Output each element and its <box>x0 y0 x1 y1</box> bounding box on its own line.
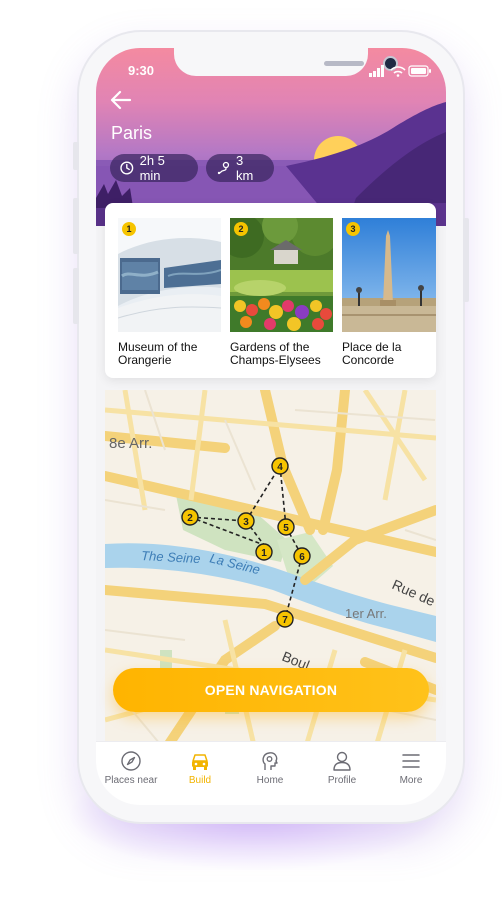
svg-text:1: 1 <box>261 548 267 559</box>
place-card[interactable]: 1 Museum of the Orangerie <box>118 218 221 367</box>
page-title: Paris <box>111 123 153 143</box>
tab-more[interactable]: More <box>380 750 442 786</box>
location-head-icon <box>262 752 278 770</box>
tab-places-near[interactable]: Places near <box>100 750 162 786</box>
bottom-tab-bar: Places near Build Home Profile More <box>96 741 446 805</box>
tab-label: Home <box>256 775 284 786</box>
place-name: Place de la Concorde <box>342 340 402 367</box>
tab-build[interactable]: Build <box>169 750 231 786</box>
route-stop-4[interactable]: 4 <box>271 457 289 475</box>
route-stop-5[interactable]: 5 <box>277 518 295 536</box>
app-screen: 9:30 Paris 2h 5 min 3 km 1 Museum of the… <box>96 48 446 805</box>
clock-icon <box>120 161 134 175</box>
distance-pill: 3 km <box>206 153 274 183</box>
status-icons <box>369 65 431 77</box>
svg-text:6: 6 <box>299 552 305 563</box>
svg-text:5: 5 <box>283 523 289 534</box>
place-number-badge: 1 <box>122 222 136 236</box>
person-icon <box>333 751 351 771</box>
district-label: 8e Arr. <box>109 435 152 452</box>
places-carousel[interactable]: 1 Museum of the Orangerie 2 Gardens of t… <box>105 203 436 378</box>
place-image-gardens: 2 <box>230 218 333 332</box>
river-label-en: The Seine <box>141 548 201 566</box>
compass-icon <box>121 751 141 771</box>
tab-label: Build <box>188 775 212 786</box>
tab-home[interactable]: Home <box>239 750 301 786</box>
route-stop-7[interactable]: 7 <box>276 610 294 628</box>
place-number-badge: 2 <box>234 222 248 236</box>
duration-text: 2h 5 min <box>139 153 165 183</box>
route-stop-1[interactable]: 1 <box>255 543 273 561</box>
route-icon <box>217 161 230 175</box>
route-stop-6[interactable]: 6 <box>293 547 311 565</box>
menu-icon <box>402 754 420 768</box>
route-stop-2[interactable]: 2 <box>181 508 199 526</box>
place-name: Gardens of the Champs-Elysees <box>230 340 321 367</box>
tab-label: Places near <box>104 775 158 786</box>
duration-pill: 2h 5 min <box>110 153 198 183</box>
place-card[interactable]: 2 Gardens of the Champs-Elysees <box>230 218 333 367</box>
arrondissement-label: 1er Arr. <box>345 606 387 621</box>
svg-text:4: 4 <box>277 462 283 473</box>
volume-up-button <box>73 198 79 254</box>
route-stop-3[interactable]: 3 <box>237 512 255 530</box>
tab-label: More <box>399 775 423 786</box>
speaker-grille <box>324 61 364 66</box>
open-navigation-button[interactable]: OPEN NAVIGATION <box>113 668 429 712</box>
svg-text:3: 3 <box>243 517 249 528</box>
place-number-badge: 3 <box>346 222 360 236</box>
status-time: 9:30 <box>128 63 155 78</box>
place-image-orangerie: 1 <box>118 218 221 332</box>
device-notch <box>174 48 396 76</box>
volume-down-button <box>73 268 79 324</box>
car-icon <box>192 754 208 770</box>
power-button <box>463 218 469 302</box>
mute-switch <box>73 142 79 170</box>
tab-profile[interactable]: Profile <box>311 750 373 786</box>
place-image-concorde: 3 <box>342 218 436 332</box>
place-name: Museum of the Orangerie <box>118 340 198 367</box>
tab-label: Profile <box>327 775 357 786</box>
back-arrow-icon[interactable] <box>110 90 132 110</box>
svg-text:7: 7 <box>282 615 288 626</box>
place-card[interactable]: 3 Place de la Concorde <box>342 218 436 367</box>
distance-text: 3 km <box>235 153 254 183</box>
svg-text:2: 2 <box>187 513 193 524</box>
